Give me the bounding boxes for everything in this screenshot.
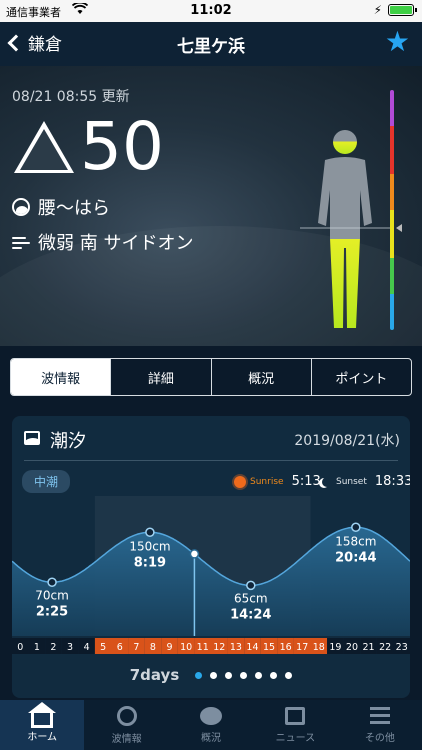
tab-label: その他 [364,732,395,744]
hour-label: 7 [133,642,139,653]
wave-score-value: 50 [80,108,164,185]
page-dot[interactable] [285,671,293,679]
tide-extreme-height: 158cm [335,534,376,548]
segment-tab-1[interactable]: 詳細 [110,359,210,395]
hour-label: 23 [396,642,408,653]
hour-label: 14 [246,642,258,653]
tab-label: ニュース [275,732,316,744]
hour-label: 9 [167,642,173,653]
segment-tab-3[interactable]: ポイント [310,359,411,395]
page-dot[interactable] [225,671,233,679]
tab-label: 概況 [201,732,222,744]
swell-icon [12,198,30,216]
segmented-tabs: 波情報 詳細 概況 ポイント [10,358,412,396]
hour-label: 4 [84,642,90,653]
wind-icon [12,235,30,249]
tab-label: 波情報 [111,733,142,745]
wind-text: 微弱 南 サイドオン [38,233,194,254]
back-button[interactable]: 鎌倉 [7,30,62,55]
tide-extreme-time: 20:44 [335,550,376,565]
tide-extreme-time: 8:19 [134,555,166,570]
tab-news[interactable]: ニュース [253,700,337,750]
tide-extreme-point [47,577,57,587]
hour-label: 22 [379,642,391,653]
page-dot[interactable] [195,671,203,679]
hour-label: 15 [263,642,275,653]
segment-tab-0[interactable]: 波情報 [11,359,111,395]
tide-extreme-height: 65cm [234,591,268,605]
wave-size-row: 腰〜はら [12,194,110,220]
hour-label: 6 [117,642,123,653]
tide-extreme-time: 14:24 [230,607,271,622]
wave-summary-panel: 08/21 08:55 更新 50 腰〜はら 微弱 南 サイドオン [0,66,422,346]
hour-label: 2 [50,642,56,653]
hour-label: 20 [346,642,358,653]
tide-extreme-point [246,580,256,591]
tab-more[interactable]: その他 [338,700,422,750]
tide-extreme-point [145,527,155,537]
tide-card[interactable]: 潮汐 2019/08/21(水) 中潮 Sunrise 5:13 Sunset … [12,416,410,698]
page-title: 七里ケ浜 [177,37,245,57]
status-bar: 通信事業者 11:02 ⚡ [0,0,422,22]
tide-extreme-height: 150cm [129,539,170,553]
hour-label: 3 [67,642,73,653]
back-label: 鎌倉 [28,35,62,55]
wave-score: 50 [14,114,164,180]
tide-extreme-height: 70cm [35,588,69,602]
hour-label: 16 [280,642,292,653]
hour-label: 11 [197,642,209,653]
hour-label: 19 [329,642,341,653]
hour-label: 0 [17,642,23,653]
tab-chat[interactable]: 概況 [169,700,253,750]
page-dot[interactable] [270,671,278,679]
meter-pointer-icon [396,224,402,232]
hour-label: 12 [213,642,225,653]
body-height-figure [300,130,390,328]
news-icon [285,706,306,725]
page-dot[interactable] [240,671,248,679]
days-label: 7days [129,666,180,684]
current-time-marker [189,549,200,559]
triangle-rating-icon [14,121,74,173]
star-icon[interactable]: ★ [385,28,410,56]
hour-label: 18 [313,642,325,653]
tab-wave[interactable]: 波情報 [84,700,168,750]
tide-chart: 70cm2:25150cm8:1965cm14:24158cm20:440 1 2 3… [12,496,410,654]
hour-label: 1 [34,642,40,653]
more-icon [369,706,390,725]
updated-timestamp: 08/21 08:55 更新 [12,89,130,105]
tab-label: ホーム [27,731,58,743]
battery-icon [388,4,417,16]
clock: 11:02 [190,3,232,18]
wind-row: 微弱 南 サイドオン [12,229,193,255]
tide-extreme-time: 2:25 [36,604,68,619]
page-dot[interactable] [210,671,218,679]
wave-icon [116,705,137,726]
hour-label: 21 [362,642,374,653]
navigation-bar: 鎌倉 七里ケ浜 ★ [0,22,422,66]
hour-label: 8 [150,642,156,653]
tide-extreme-point [351,522,361,532]
wave-height-meter [390,90,394,330]
chevron-left-icon [7,34,25,52]
chat-icon [200,706,223,725]
wave-size-text: 腰〜はら [38,198,110,219]
hour-label: 10 [180,642,192,653]
home-icon [28,701,57,728]
hour-label: 17 [296,642,308,653]
tab-bar: ホーム 波情報 概況 ニュース その他 [0,700,422,750]
segment-tab-2[interactable]: 概況 [210,359,311,395]
hour-label: 13 [230,642,242,653]
hour-label: 5 [100,642,106,653]
page-dot[interactable] [255,671,263,679]
day-pager[interactable]: 7days [12,666,410,684]
tab-home[interactable]: ホーム [0,700,85,750]
charging-icon: ⚡ [373,3,382,17]
